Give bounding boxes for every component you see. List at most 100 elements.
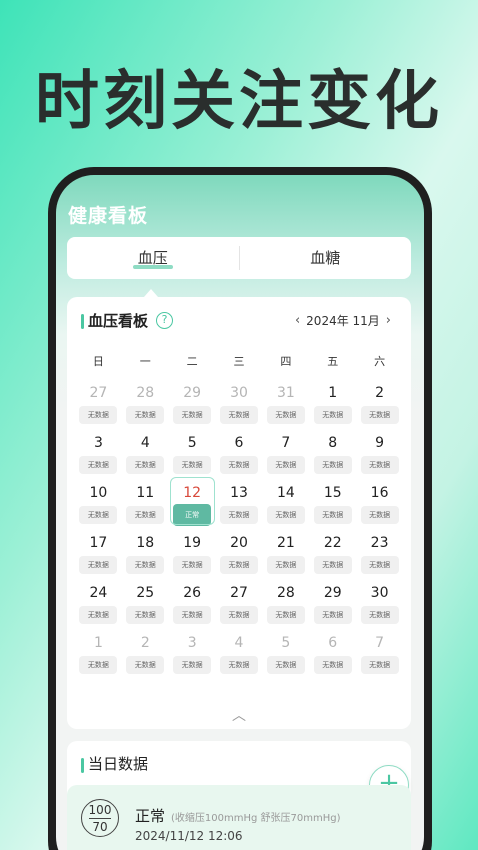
app-title: 健康看板 [68, 205, 149, 227]
calendar-day[interactable]: 4 无数据 [216, 633, 263, 683]
calendar-day[interactable]: 18 无数据 [122, 533, 169, 583]
no-data-tag: 无数据 [313, 656, 352, 674]
chevron-up-icon[interactable]: ︿ [67, 705, 411, 725]
weekday-label: 四 [280, 355, 292, 368]
day-number: 31 [276, 385, 295, 401]
no-data-tag: 无数据 [313, 556, 352, 574]
bp-value-badge: 100 70 [81, 799, 119, 837]
calendar-day[interactable]: 28 无数据 [122, 383, 169, 433]
calendar-day[interactable]: 23 无数据 [356, 533, 403, 583]
question-circle-icon[interactable]: ? [156, 312, 173, 329]
no-data-tag: 无数据 [173, 606, 212, 624]
calendar-day[interactable]: 3 无数据 [169, 633, 216, 683]
calendar-day[interactable]: 10 无数据 [75, 483, 122, 533]
day-number: 23 [370, 535, 389, 551]
calendar-day[interactable]: 29 无数据 [169, 383, 216, 433]
calendar-day[interactable]: 7 无数据 [356, 633, 403, 683]
day-number: 3 [93, 435, 103, 451]
systolic-value: 100 [88, 803, 112, 817]
calendar-day[interactable]: 26 无数据 [169, 583, 216, 633]
calendar-week: 3 无数据 4 无数据 5 无数据 6 无数据 7 无数据 8 无数据 9 无数据 [75, 433, 403, 483]
calendar-day[interactable]: 28 无数据 [262, 583, 309, 633]
diastolic-value: 70 [92, 820, 108, 834]
no-data-tag: 无数据 [220, 606, 258, 624]
type-switch: 血压 血糖 [67, 237, 411, 279]
calendar-day[interactable]: 27 无数据 [216, 583, 263, 633]
no-data-tag: 无数据 [79, 556, 118, 574]
chevron-left-icon[interactable]: ‹ [289, 313, 306, 328]
day-number: 12 [183, 485, 202, 501]
calendar-day[interactable]: 2 无数据 [122, 633, 169, 683]
day-number: 6 [328, 635, 338, 651]
no-data-tag: 无数据 [360, 406, 399, 424]
day-number: 24 [89, 585, 108, 601]
board-header: 血压看板 ? ‹ 2024年 11月 › [67, 297, 411, 345]
calendar-day[interactable]: 21 无数据 [262, 533, 309, 583]
headline: 时刻关注变化 [35, 65, 443, 139]
no-data-tag: 无数据 [126, 556, 165, 574]
calendar-day[interactable]: 7 无数据 [262, 433, 309, 483]
calendar-day[interactable]: 8 无数据 [309, 433, 356, 483]
calendar-day[interactable]: 30 无数据 [356, 583, 403, 633]
no-data-tag: 无数据 [220, 406, 258, 424]
calendar-grid: 27 无数据 28 无数据 29 无数据 30 无数据 31 无数据 1 无数据 2 无数据 3 无数据 4 无数… [75, 383, 403, 683]
calendar-day[interactable]: 2 无数据 [356, 383, 403, 433]
calendar-day[interactable]: 9 无数据 [356, 433, 403, 483]
day-number: 7 [281, 435, 291, 451]
day-number: 9 [375, 435, 385, 451]
day-number: 8 [328, 435, 338, 451]
no-data-tag: 无数据 [313, 456, 352, 474]
calendar-day[interactable]: 15 无数据 [309, 483, 356, 533]
calendar-day[interactable]: 11 无数据 [122, 483, 169, 533]
calendar-day[interactable]: 29 无数据 [309, 583, 356, 633]
calendar-day[interactable]: 25 无数据 [122, 583, 169, 633]
day-number: 2 [375, 385, 385, 401]
calendar-day[interactable]: 14 无数据 [262, 483, 309, 533]
day-number: 26 [183, 585, 202, 601]
day-number: 14 [276, 485, 295, 501]
calendar-day[interactable]: 20 无数据 [216, 533, 263, 583]
day-number: 3 [187, 635, 197, 651]
board-title: 血压看板 [88, 312, 149, 330]
record-status: 正常 (收缩压100mmHg 舒张压70mmHg) [135, 805, 341, 826]
app-screen: 健康看板 血压 血糖 血压看板 ? ‹ 2024年 11月 › 日一二三四五六 … [56, 175, 424, 850]
calendar-day[interactable]: 16 无数据 [356, 483, 403, 533]
status-tag: 正常 [173, 504, 212, 526]
no-data-tag: 无数据 [79, 456, 118, 474]
calendar-day[interactable]: 5 无数据 [169, 433, 216, 483]
calendar-day[interactable]: 5 无数据 [262, 633, 309, 683]
day-number: 1 [93, 635, 103, 651]
calendar-day[interactable]: 6 无数据 [216, 433, 263, 483]
calendar-day[interactable]: 1 无数据 [75, 633, 122, 683]
tab-blood-pressure[interactable]: 血压 [67, 237, 239, 279]
no-data-tag: 无数据 [126, 656, 165, 674]
calendar-week: 1 无数据 2 无数据 3 无数据 4 无数据 5 无数据 6 无数据 7 无数据 [75, 633, 403, 683]
no-data-tag: 无数据 [126, 506, 165, 524]
day-number: 11 [136, 485, 155, 501]
status-label: 正常 [135, 807, 166, 825]
calendar-day[interactable]: 17 无数据 [75, 533, 122, 583]
calendar-day[interactable]: 4 无数据 [122, 433, 169, 483]
calendar-day[interactable]: 31 无数据 [262, 383, 309, 433]
calendar-week: 17 无数据 18 无数据 19 无数据 20 无数据 21 无数据 22 无数据 23 无数据 [75, 533, 403, 583]
calendar-day[interactable]: 22 无数据 [309, 533, 356, 583]
calendar-day[interactable]: 6 无数据 [309, 633, 356, 683]
calendar-day[interactable]: 30 无数据 [216, 383, 263, 433]
day-number: 25 [136, 585, 155, 601]
calendar-week: 10 无数据 11 无数据 12 正常 13 无数据 14 无数据 15 无数据 16 无数据 [75, 477, 403, 533]
no-data-tag: 无数据 [79, 656, 118, 674]
calendar-day[interactable]: 19 无数据 [169, 533, 216, 583]
no-data-tag: 无数据 [173, 556, 212, 574]
calendar-day[interactable]: 27 无数据 [75, 383, 122, 433]
no-data-tag: 无数据 [173, 656, 212, 674]
no-data-tag: 无数据 [266, 506, 305, 524]
record-item[interactable]: 100 70 正常 (收缩压100mmHg 舒张压70mmHg) 2024/11/… [67, 785, 411, 850]
calendar-day-today[interactable]: 12 正常 [169, 477, 216, 533]
calendar-day[interactable]: 24 无数据 [75, 583, 122, 633]
calendar-day[interactable]: 13 无数据 [216, 483, 263, 533]
tab-blood-sugar[interactable]: 血糖 [240, 237, 412, 279]
day-number: 4 [140, 435, 150, 451]
calendar-day[interactable]: 1 无数据 [309, 383, 356, 433]
chevron-right-icon[interactable]: › [380, 313, 397, 328]
calendar-day[interactable]: 3 无数据 [75, 433, 122, 483]
